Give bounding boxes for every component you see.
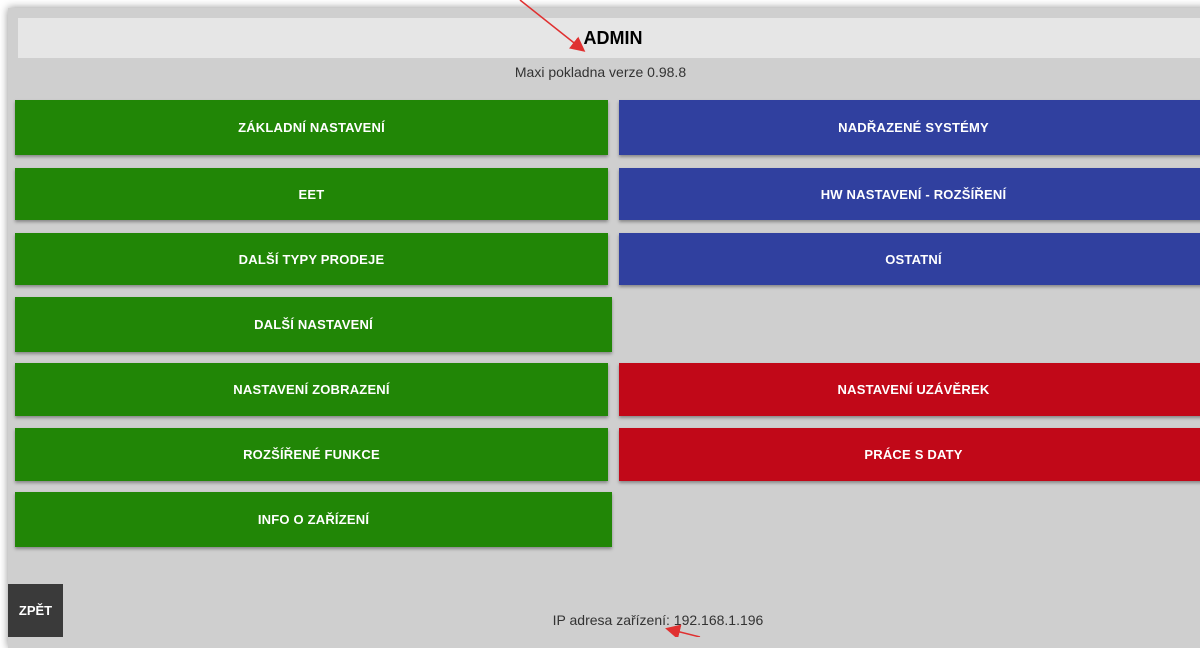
extended-functions-button[interactable]: ROZŠÍŘENÉ FUNKCE xyxy=(15,428,608,481)
more-settings-button[interactable]: DALŠÍ NASTAVENÍ xyxy=(15,297,612,352)
display-settings-button[interactable]: NASTAVENÍ ZOBRAZENÍ xyxy=(15,363,608,416)
data-work-button[interactable]: PRÁCE S DATY xyxy=(619,428,1200,481)
eet-button[interactable]: EET xyxy=(15,168,608,220)
page-title: ADMIN xyxy=(18,18,1200,58)
admin-screen: ADMIN Maxi pokladna verze 0.98.8 ZÁKLADN… xyxy=(8,8,1200,648)
hw-settings-extension-button[interactable]: HW NASTAVENÍ - ROZŠÍŘENÍ xyxy=(619,168,1200,220)
version-label: Maxi pokladna verze 0.98.8 xyxy=(514,64,687,80)
other-sale-types-button[interactable]: DALŠÍ TYPY PRODEJE xyxy=(15,233,608,285)
back-button[interactable]: ZPĚT xyxy=(8,584,63,637)
basic-settings-button[interactable]: ZÁKLADNÍ NASTAVENÍ xyxy=(15,100,608,155)
closing-settings-button[interactable]: NASTAVENÍ UZÁVĚREK xyxy=(619,363,1200,416)
device-info-button[interactable]: INFO O ZAŘÍZENÍ xyxy=(15,492,612,547)
ip-address-label: IP adresa zařízení: 192.168.1.196 xyxy=(552,612,764,628)
parent-systems-button[interactable]: NADŘAZENÉ SYSTÉMY xyxy=(619,100,1200,155)
other-button[interactable]: OSTATNÍ xyxy=(619,233,1200,285)
